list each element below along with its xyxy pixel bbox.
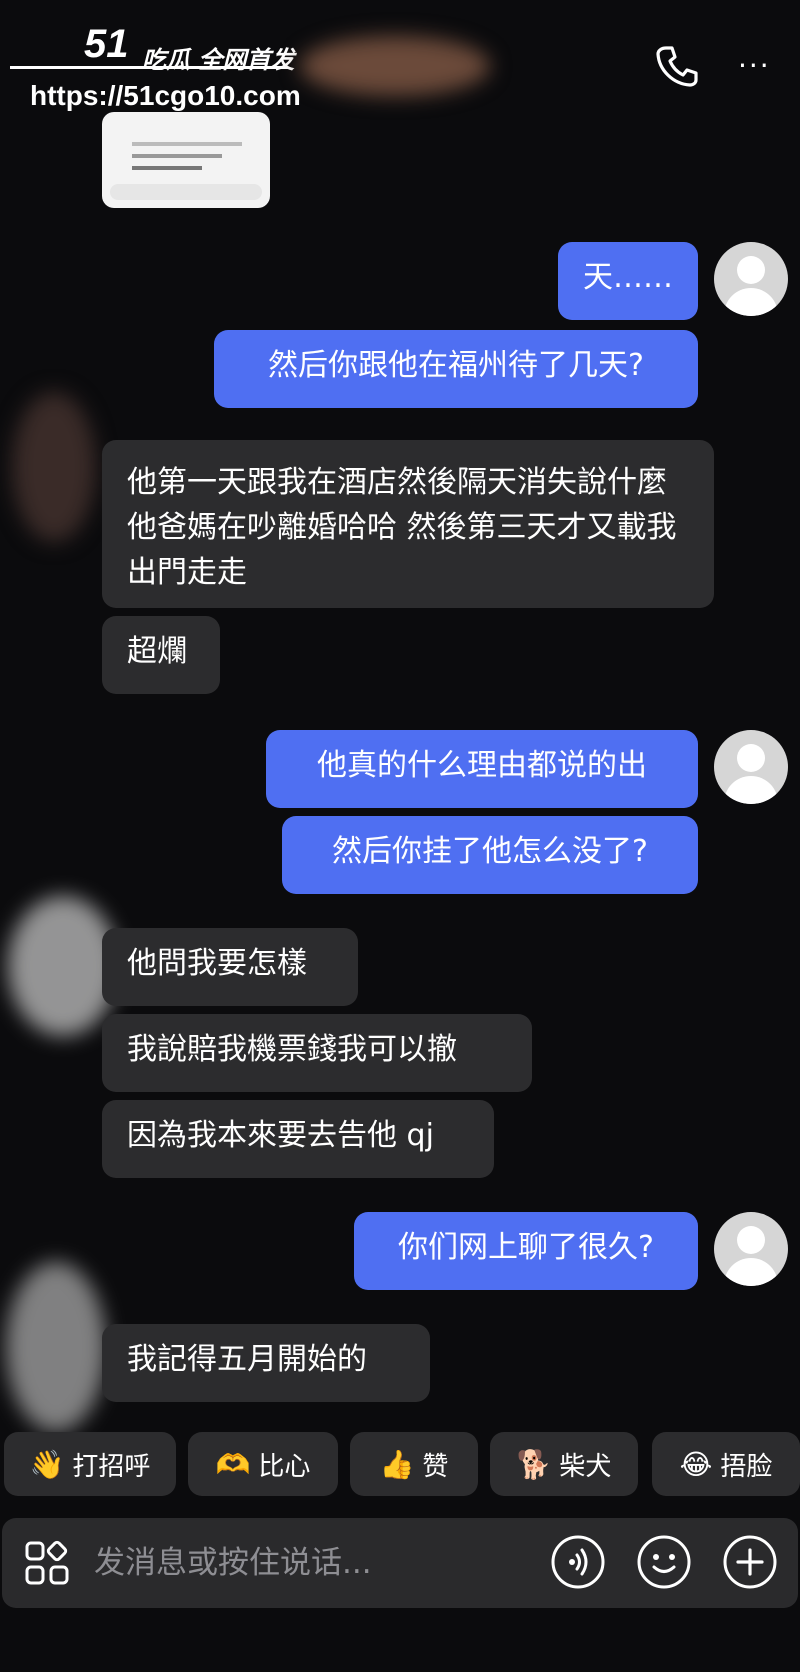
quick-reply-label: 捂脸: [720, 1451, 773, 1482]
add-icon[interactable]: [722, 1534, 778, 1590]
message-incoming[interactable]: 他問我要怎樣: [102, 928, 358, 1006]
heart-hands-icon: 🫶: [215, 1447, 251, 1481]
quick-reply-greet[interactable]: 👋 打招呼: [4, 1432, 176, 1496]
message-incoming[interactable]: 因為我本來要去告他 qj: [102, 1100, 494, 1178]
message-input-bar: 发消息或按住说话...: [2, 1518, 798, 1608]
shared-image-thumbnail[interactable]: [102, 112, 270, 208]
quick-reply-heart[interactable]: 🫶 比心: [188, 1432, 338, 1496]
message-outgoing[interactable]: 天……: [558, 242, 698, 320]
blurred-name: [300, 36, 490, 96]
message-outgoing[interactable]: 你们网上聊了很久?: [354, 1212, 698, 1290]
thumbs-up-icon: 👍: [379, 1447, 415, 1481]
wave-hand-icon: 👋: [29, 1447, 65, 1481]
watermark-logo-text: 吃瓜 全网首发: [142, 46, 295, 74]
avatar: [714, 730, 788, 804]
blurred-avatar: [6, 1262, 106, 1432]
phone-icon[interactable]: [652, 42, 700, 90]
watermark-logo-number: 51: [84, 22, 129, 66]
quick-reply-shiba[interactable]: 🐕 柴犬: [490, 1432, 638, 1496]
voice-icon[interactable]: [550, 1534, 606, 1590]
message-incoming[interactable]: 我說賠我機票錢我可以撤: [102, 1014, 532, 1092]
apps-grid-icon[interactable]: [24, 1540, 70, 1586]
avatar: [714, 1212, 788, 1286]
quick-reply-label: 比心: [258, 1451, 311, 1482]
quick-reply-facepalm[interactable]: 😂 捂脸: [652, 1432, 800, 1496]
quick-reply-label: 柴犬: [559, 1451, 612, 1482]
avatar: [714, 242, 788, 316]
emoji-icon[interactable]: [636, 1534, 692, 1590]
message-incoming[interactable]: 他第一天跟我在酒店然後隔天消失說什麼他爸媽在吵離婚哈哈 然後第三天才又載我出門走…: [102, 440, 714, 608]
more-icon[interactable]: ···: [738, 52, 771, 80]
quick-reply-like[interactable]: 👍 赞: [350, 1432, 478, 1496]
watermark-url: https://51cgo10.com: [30, 80, 301, 111]
message-outgoing[interactable]: 然后你挂了他怎么没了?: [282, 816, 698, 894]
watermark-line: [10, 66, 288, 69]
blurred-avatar: [12, 392, 96, 542]
message-incoming[interactable]: 我記得五月開始的: [102, 1324, 430, 1402]
message-outgoing[interactable]: 然后你跟他在福州待了几天?: [214, 330, 698, 408]
message-incoming[interactable]: 超爛: [102, 616, 220, 694]
laughing-tears-icon: 😂: [679, 1447, 713, 1481]
message-input[interactable]: 发消息或按住说话...: [94, 1542, 372, 1584]
shiba-dog-icon: 🐕: [516, 1447, 552, 1481]
quick-reply-label: 打招呼: [72, 1451, 151, 1482]
message-outgoing[interactable]: 他真的什么理由都说的出: [266, 730, 698, 808]
quick-reply-label: 赞: [422, 1451, 449, 1482]
